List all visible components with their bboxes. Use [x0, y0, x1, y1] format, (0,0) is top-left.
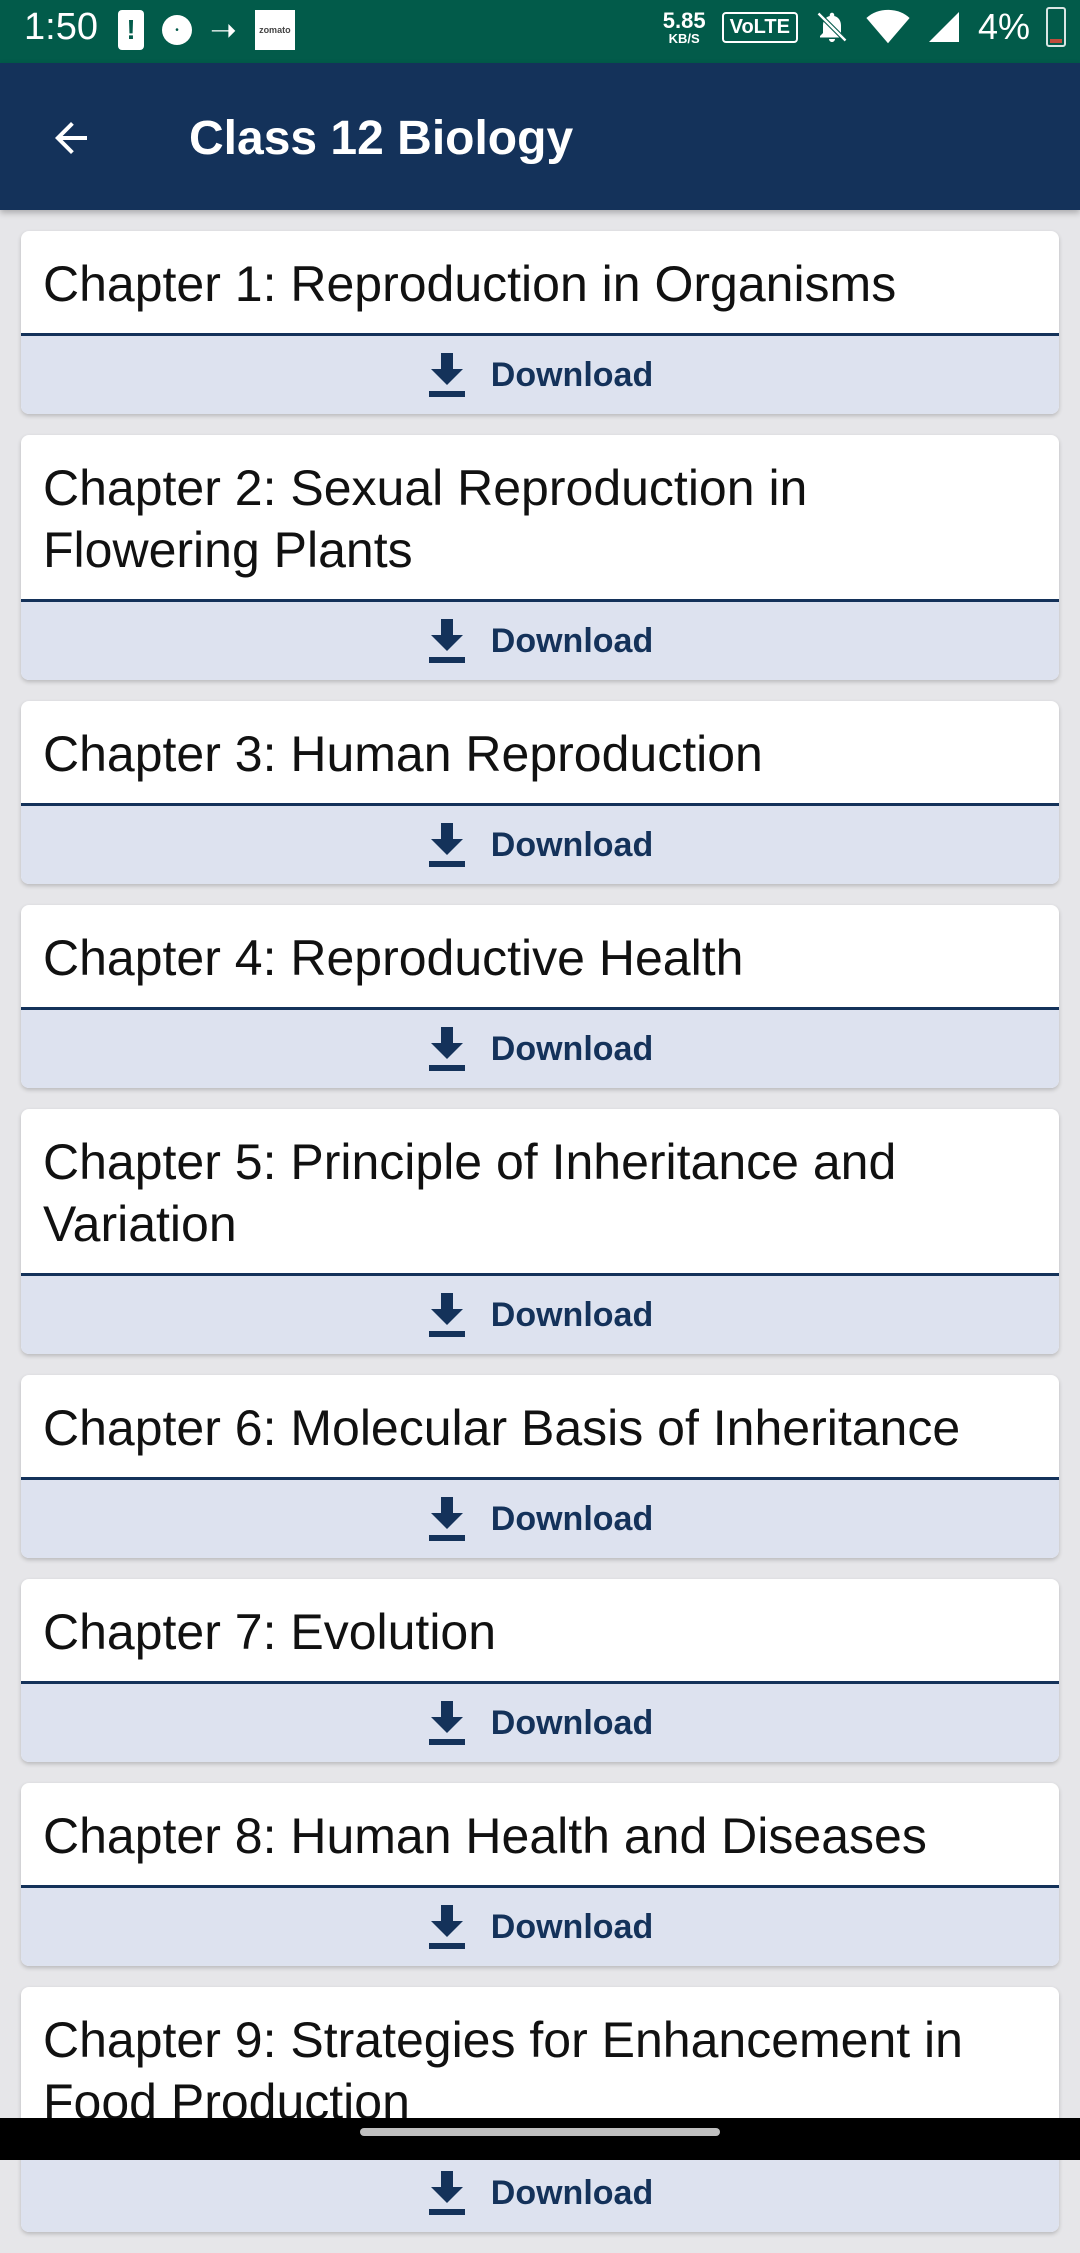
zomato-icon: zomato [254, 10, 295, 50]
bell-off-icon [816, 11, 848, 43]
download-button[interactable]: Download [21, 1684, 1059, 1762]
download-button[interactable]: Download [21, 1888, 1059, 1966]
download-icon [428, 1701, 465, 1745]
download-label: Download [490, 621, 654, 660]
download-icon [428, 2171, 465, 2215]
battery-percent: 4% [977, 6, 1030, 47]
chapter-card: Chapter 9: Strategies for Enhancement in… [21, 1987, 1059, 2232]
page-title: Class 12 Biology [189, 112, 574, 165]
chapter-list: Chapter 1: Reproduction in Organisms Dow… [21, 231, 1059, 2253]
chapter-title[interactable]: Chapter 2: Sexual Reproduction in Flower… [21, 435, 1059, 602]
download-label: Download [490, 1295, 654, 1334]
chapter-card: Chapter 7: Evolution Download [21, 1579, 1059, 1762]
chapter-card: Chapter 1: Reproduction in Organisms Dow… [21, 231, 1059, 414]
signal-icon [928, 12, 959, 42]
download-icon [428, 823, 465, 867]
download-icon [428, 1497, 465, 1541]
download-icon [428, 1293, 465, 1337]
download-button[interactable]: Download [21, 806, 1059, 884]
chapter-card: Chapter 5: Principle of Inheritance and … [21, 1109, 1059, 1354]
download-label: Download [490, 2173, 654, 2212]
chapter-card: Chapter 2: Sexual Reproduction in Flower… [21, 435, 1059, 680]
wifi-icon [866, 9, 910, 44]
download-icon [428, 1905, 465, 1949]
chapter-card: Chapter 4: Reproductive Health Download [21, 905, 1059, 1088]
navigation-bar [0, 2118, 1080, 2160]
arrow-left-icon [55, 122, 87, 154]
volte-icon: VoLTE [721, 11, 798, 43]
back-button[interactable] [36, 103, 106, 173]
download-button[interactable]: Download [21, 1010, 1059, 1088]
chapter-title[interactable]: Chapter 5: Principle of Inheritance and … [21, 1109, 1059, 1276]
download-label: Download [490, 1029, 654, 1068]
download-button[interactable]: Download [21, 1276, 1059, 1354]
download-label: Download [490, 355, 654, 394]
download-icon [428, 1027, 465, 1071]
app-bar: Class 12 Biology [0, 63, 1080, 210]
chapter-card: Chapter 8: Human Health and Diseases Dow… [21, 1783, 1059, 1966]
download-label: Download [490, 1907, 654, 1946]
system-icons: 5.85 KB/S VoLTE 4% [663, 6, 1066, 48]
status-bar: 1:50 ! • ➝ zomato 5.85 KB/S VoLTE 4% [0, 0, 1080, 63]
chapter-card: Chapter 6: Molecular Basis of Inheritanc… [21, 1375, 1059, 1558]
download-button[interactable]: Download [21, 336, 1059, 414]
chapter-title[interactable]: Chapter 6: Molecular Basis of Inheritanc… [21, 1375, 1059, 1480]
download-icon [428, 619, 465, 663]
battery-icon [1046, 7, 1066, 47]
status-time: 1:50 [24, 6, 98, 48]
download-button[interactable]: Download [21, 2154, 1059, 2232]
download-label: Download [490, 1499, 654, 1538]
chapter-title[interactable]: Chapter 7: Evolution [21, 1579, 1059, 1684]
chapter-card: Chapter 3: Human Reproduction Download [21, 701, 1059, 884]
download-label: Download [490, 1703, 654, 1742]
chapter-title[interactable]: Chapter 1: Reproduction in Organisms [21, 231, 1059, 336]
send-icon: ➝ [210, 12, 237, 48]
app-notification-icon: • [162, 15, 192, 45]
network-speed: 5.85 KB/S [662, 7, 706, 46]
chapter-title[interactable]: Chapter 4: Reproductive Health [21, 905, 1059, 1010]
download-button[interactable]: Download [21, 602, 1059, 680]
chapter-title[interactable]: Chapter 8: Human Health and Diseases [21, 1783, 1059, 1888]
home-gesture-handle[interactable] [360, 2128, 720, 2136]
download-icon [428, 353, 465, 397]
notification-icons: ! • ➝ zomato [118, 10, 295, 50]
battery-alert-icon: ! [118, 10, 144, 50]
download-label: Download [490, 825, 654, 864]
download-button[interactable]: Download [21, 1480, 1059, 1558]
chapter-title[interactable]: Chapter 3: Human Reproduction [21, 701, 1059, 806]
